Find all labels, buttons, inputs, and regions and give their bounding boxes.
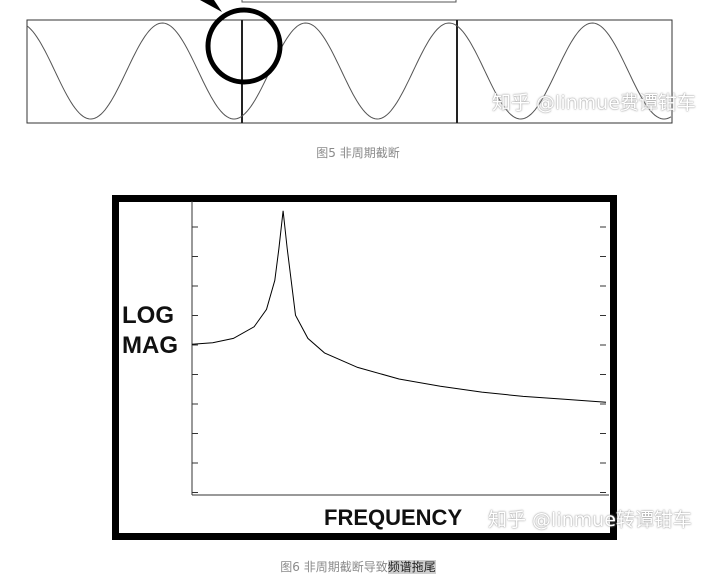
figure5-inset-edge xyxy=(241,0,457,3)
watermark-figure5: 知乎 @linmue费谭钳车 xyxy=(492,92,696,114)
figure5-caption: 图5 非周期截断 xyxy=(316,146,400,160)
y-axis-label-line2: MAG xyxy=(122,332,178,359)
figure6-caption-text: 图6 非周期截断导致 xyxy=(280,560,388,574)
x-axis-label: FREQUENCY xyxy=(324,505,462,530)
discontinuity-circle xyxy=(205,7,283,85)
pointer-arrow xyxy=(200,0,222,12)
figure6-spectrum-chart: LOG MAG FREQUENCY xyxy=(112,195,617,540)
chart-border xyxy=(112,195,617,540)
watermark-figure6: 知乎 @linmue转谭钳车 xyxy=(488,509,692,531)
figure6-caption: 图6 非周期截断导致频谱拖尾 xyxy=(0,558,716,575)
y-axis-label-line1: LOG xyxy=(122,302,174,329)
figure6-caption-highlight: 频谱拖尾 xyxy=(387,560,436,574)
